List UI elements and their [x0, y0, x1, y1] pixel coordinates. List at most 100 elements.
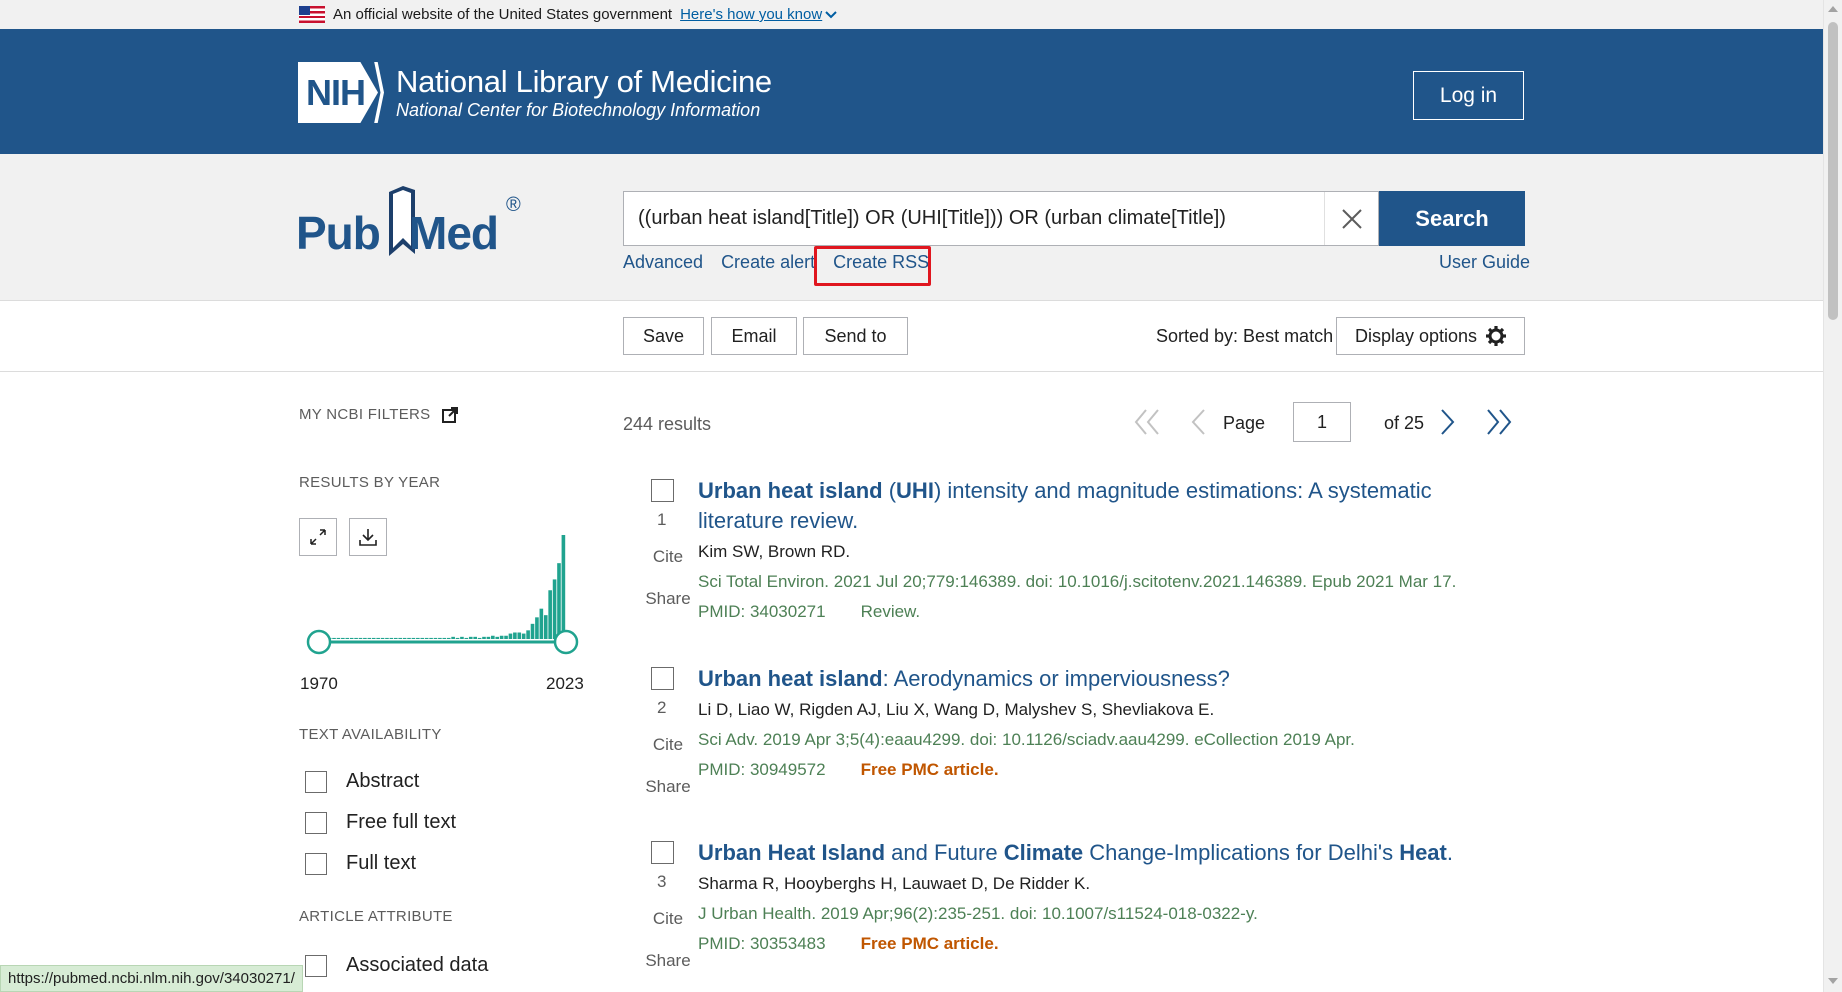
checkbox[interactable]	[305, 954, 327, 977]
clear-search-button[interactable]	[1324, 192, 1378, 245]
histogram-bar[interactable]	[561, 535, 566, 639]
email-button[interactable]: Email	[711, 317, 797, 355]
histogram-bar[interactable]	[526, 630, 530, 639]
histogram-bar[interactable]	[495, 636, 500, 639]
histogram-bar[interactable]	[455, 637, 460, 639]
checkbox[interactable]	[305, 811, 327, 834]
histogram-bar[interactable]	[398, 637, 402, 639]
heres-how-you-know-link[interactable]: Here's how you know	[680, 6, 837, 23]
result-title-link[interactable]: Urban Heat Island and Future Climate Cha…	[698, 838, 1498, 868]
cite-button[interactable]: Cite	[638, 547, 698, 567]
histogram-bar[interactable]	[371, 637, 376, 639]
histogram-bar[interactable]	[521, 633, 526, 639]
vertical-scrollbar[interactable]	[1823, 0, 1842, 992]
search-button[interactable]: Search	[1379, 191, 1525, 246]
histogram-bar[interactable]	[389, 637, 394, 639]
first-page-icon[interactable]	[1134, 408, 1160, 436]
save-button[interactable]: Save	[623, 317, 704, 355]
my-ncbi-filters-heading[interactable]: MY NCBI FILTERS	[299, 406, 459, 423]
create-alert-link[interactable]: Create alert	[721, 252, 815, 273]
histogram-bar[interactable]	[358, 637, 363, 639]
histogram-bar[interactable]	[416, 637, 420, 639]
pubmed-logo[interactable]: Pub Med ®	[296, 184, 536, 264]
heres-how-you-know-label[interactable]: Here's how you know	[680, 6, 822, 23]
year-range-start-handle[interactable]	[306, 629, 332, 655]
histogram-bar[interactable]	[433, 637, 438, 639]
histogram-bar[interactable]	[380, 637, 385, 639]
next-page-icon[interactable]	[1440, 408, 1456, 436]
last-page-icon[interactable]	[1486, 408, 1512, 436]
histogram-bar[interactable]	[336, 637, 341, 639]
scroll-down-arrow-icon[interactable]	[1828, 978, 1838, 984]
filter-abstract[interactable]: Abstract	[305, 770, 419, 793]
histogram-bar[interactable]	[504, 635, 508, 639]
histogram-bar[interactable]	[442, 637, 447, 639]
histogram-bar[interactable]	[543, 615, 548, 639]
histogram-bar[interactable]	[341, 637, 345, 639]
histogram-bar[interactable]	[460, 636, 464, 639]
histogram-bar[interactable]	[385, 637, 389, 639]
histogram-bar[interactable]	[451, 636, 455, 639]
histogram-bar[interactable]	[367, 637, 372, 639]
histogram-bar[interactable]	[429, 637, 433, 639]
histogram-bar[interactable]	[354, 637, 358, 639]
histogram-bar[interactable]	[548, 590, 552, 639]
histogram-bar[interactable]	[420, 637, 425, 639]
histogram-bar[interactable]	[482, 636, 486, 639]
cite-button[interactable]: Cite	[638, 909, 698, 929]
histogram-bar[interactable]	[473, 636, 477, 639]
histogram-bar[interactable]	[446, 637, 451, 639]
histogram-bar[interactable]	[508, 633, 513, 639]
histogram-bar[interactable]	[349, 637, 354, 639]
filter-full-text[interactable]: Full text	[305, 852, 416, 875]
histogram-bar[interactable]	[486, 636, 491, 639]
histogram-bar[interactable]	[557, 563, 561, 639]
cite-button[interactable]: Cite	[638, 735, 698, 755]
histogram-bar[interactable]	[424, 637, 429, 639]
histogram-bar[interactable]	[517, 632, 522, 640]
histogram-bar[interactable]	[491, 635, 495, 639]
share-button[interactable]: Share	[638, 777, 698, 797]
send-to-button[interactable]: Send to	[803, 317, 908, 355]
result-title-link[interactable]: Urban heat island: Aerodynamics or imper…	[698, 664, 1498, 694]
previous-page-icon[interactable]	[1190, 408, 1206, 436]
share-button[interactable]: Share	[638, 589, 698, 609]
histogram-bar[interactable]	[376, 637, 380, 639]
result-title-link[interactable]: Urban heat island (UHI) intensity and ma…	[698, 476, 1468, 536]
year-range-end-handle[interactable]	[553, 629, 579, 655]
histogram-bar[interactable]	[411, 637, 416, 639]
result-checkbox[interactable]	[651, 841, 674, 864]
filter-associated-data[interactable]: Associated data	[305, 954, 488, 977]
histogram-bar[interactable]	[468, 636, 473, 639]
histogram-bar[interactable]	[464, 637, 469, 639]
page-number-input[interactable]	[1293, 402, 1351, 442]
checkbox[interactable]	[305, 852, 327, 875]
result-checkbox[interactable]	[651, 479, 674, 502]
histogram-bar[interactable]	[499, 635, 504, 639]
search-input[interactable]	[624, 192, 1324, 245]
histogram-bar[interactable]	[363, 637, 367, 639]
histogram-bar[interactable]	[393, 637, 398, 639]
histogram-bar[interactable]	[530, 623, 535, 639]
scroll-up-arrow-icon[interactable]	[1828, 6, 1838, 12]
histogram-bar[interactable]	[477, 637, 482, 639]
histogram-bar[interactable]	[402, 637, 407, 639]
histogram-bar[interactable]	[535, 617, 539, 639]
user-guide-link[interactable]: User Guide	[1439, 252, 1530, 273]
histogram-bar[interactable]	[513, 632, 517, 640]
advanced-search-link[interactable]: Advanced	[623, 252, 703, 273]
login-button[interactable]: Log in	[1413, 71, 1524, 120]
results-by-year-histogram[interactable]	[302, 518, 584, 658]
filter-free-full-text[interactable]: Free full text	[305, 811, 456, 834]
free-pmc-article-badge[interactable]: Free PMC article.	[861, 760, 999, 780]
histogram-bar[interactable]	[539, 608, 544, 639]
sorted-by-label[interactable]: Sorted by: Best match	[1156, 326, 1333, 347]
histogram-bar[interactable]	[407, 637, 411, 639]
result-checkbox[interactable]	[651, 667, 674, 690]
histogram-bar[interactable]	[438, 637, 442, 639]
histogram-bar[interactable]	[332, 637, 336, 639]
histogram-bar[interactable]	[345, 637, 350, 639]
histogram-bar[interactable]	[552, 579, 557, 639]
checkbox[interactable]	[305, 770, 327, 793]
display-options-button[interactable]: Display options	[1336, 317, 1525, 355]
